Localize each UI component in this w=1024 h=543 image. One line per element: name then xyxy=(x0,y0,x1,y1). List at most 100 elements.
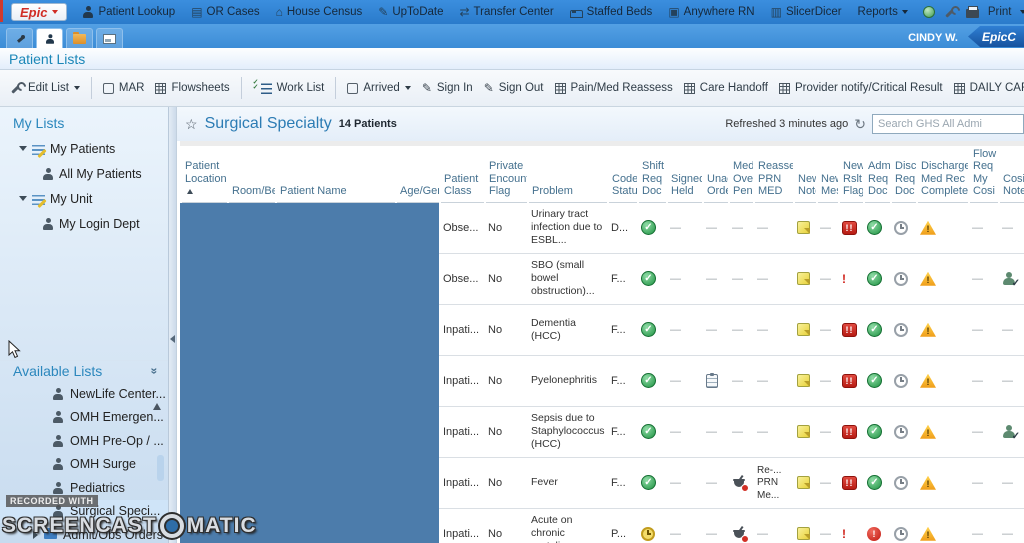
pending-clock-icon[interactable] xyxy=(894,527,908,541)
new-result-flag-icon[interactable]: !! xyxy=(842,476,857,490)
new-result-flag-icon[interactable]: !! xyxy=(842,374,857,388)
warning-triangle-icon[interactable]: ! xyxy=(920,221,936,235)
wrench-icon[interactable] xyxy=(944,6,957,19)
pain-med-reassess-button[interactable]: Pain/Med Reassess xyxy=(555,82,673,94)
cosign-person-icon[interactable]: ✓ xyxy=(1002,272,1018,286)
column-header-newmess[interactable]: New Mess xyxy=(817,144,839,203)
sidebar-item-my-unit[interactable]: My Unit xyxy=(0,186,168,211)
expander-down-icon[interactable] xyxy=(19,146,27,151)
column-header-dischmed[interactable]: Discharge Med Rec Complete? xyxy=(917,144,969,203)
new-note-icon[interactable] xyxy=(797,425,810,438)
expand-section-icon[interactable]: » xyxy=(148,368,162,375)
complete-check-icon[interactable]: ✓ xyxy=(641,424,656,439)
new-note-icon[interactable] xyxy=(797,221,810,234)
complete-check-icon[interactable]: ✓ xyxy=(641,220,656,235)
globe-icon[interactable] xyxy=(923,6,935,18)
refresh-icon[interactable]: ↻ xyxy=(854,117,866,131)
available-list-item-omh-emergen-[interactable]: OMH Emergen... xyxy=(0,406,168,430)
complete-check-icon[interactable]: ✓ xyxy=(641,271,656,286)
edit-list-button[interactable]: Edit List xyxy=(10,82,80,95)
sidebar-item-all-my-patients[interactable]: All My Patients xyxy=(0,161,168,186)
warning-triangle-icon[interactable]: ! xyxy=(920,323,936,337)
top-menu-item-patient-lookup[interactable]: Patient Lookup xyxy=(82,6,175,18)
sidebar-item-my-login-dept[interactable]: My Login Dept xyxy=(0,211,168,236)
pending-clock-icon[interactable] xyxy=(894,323,908,337)
warning-triangle-icon[interactable]: ! xyxy=(920,425,936,439)
workspace-tab-report[interactable] xyxy=(96,28,123,48)
result-alert-icon[interactable]: ! xyxy=(842,527,846,541)
pending-clock-icon[interactable] xyxy=(894,425,908,439)
workspace-tab-patient-lists[interactable] xyxy=(36,28,63,48)
complete-check-icon[interactable]: ✓ xyxy=(867,271,882,286)
new-result-flag-icon[interactable]: !! xyxy=(842,425,857,439)
top-menu-item-uptodate[interactable]: ✎UpToDate xyxy=(378,6,443,18)
sidebar-item-my-patients[interactable]: My Patients xyxy=(0,136,168,161)
provider-notify-critical-result-button[interactable]: Provider notify/Critical Result xyxy=(779,82,943,94)
column-header-room[interactable]: Room/Bed xyxy=(228,144,276,203)
mar-button[interactable]: MAR xyxy=(103,82,145,94)
complete-check-icon[interactable]: ✓ xyxy=(867,475,882,490)
complete-check-icon[interactable]: ✓ xyxy=(867,322,882,337)
daily-cares-button[interactable]: DAILY CARES xyxy=(954,82,1024,94)
column-header-shift[interactable]: Shift Req Doc xyxy=(638,144,667,203)
top-menu-item-reports[interactable]: Reports xyxy=(858,6,908,18)
available-list-item-newlife-center-[interactable]: NewLife Center... xyxy=(0,382,168,406)
top-menu-item-house-census[interactable]: ⌂House Census xyxy=(276,6,363,18)
complete-check-icon[interactable]: ✓ xyxy=(867,220,882,235)
complete-check-icon[interactable]: ✓ xyxy=(641,322,656,337)
unacknowledged-orders-icon[interactable] xyxy=(706,374,718,388)
top-menu-item-or-cases[interactable]: ▤OR Cases xyxy=(191,6,259,18)
care-handoff-button[interactable]: Care Handoff xyxy=(684,82,768,94)
medication-overdue-icon[interactable] xyxy=(732,527,747,541)
top-menu-item-slicerdicer[interactable]: ▥SlicerDicer xyxy=(771,6,842,18)
column-header-class[interactable]: Patient Class xyxy=(440,144,485,203)
column-header-loc[interactable]: Patient Location xyxy=(181,144,228,203)
column-header-medover[interactable]: Med Over Pend xyxy=(729,144,754,203)
available-list-item-omh-pre-op-[interactable]: OMH Pre-Op / ... xyxy=(0,429,168,453)
warning-triangle-icon[interactable]: ! xyxy=(920,272,936,286)
search-input[interactable] xyxy=(872,114,1024,134)
column-header-rslt[interactable]: New Rslt Flag xyxy=(839,144,864,203)
top-menu-item-staffed-beds[interactable]: Staffed Beds xyxy=(570,6,653,18)
complete-check-icon[interactable]: ✓ xyxy=(641,373,656,388)
column-header-flag[interactable]: Private Encounter Flag xyxy=(485,144,528,203)
column-header-name[interactable]: Patient Name xyxy=(276,144,396,203)
warning-triangle-icon[interactable]: ! xyxy=(920,374,936,388)
column-header-unack[interactable]: Unack Orders xyxy=(703,144,729,203)
sidebar-scrollbar-thumb[interactable] xyxy=(157,455,164,481)
warning-triangle-icon[interactable]: ! xyxy=(920,476,936,490)
overdue-alert-icon[interactable]: ! xyxy=(867,527,881,541)
print-button[interactable]: Print xyxy=(988,6,1012,18)
pending-clock-icon[interactable] xyxy=(894,476,908,490)
expander-down-icon[interactable] xyxy=(19,196,27,201)
chevron-down-icon[interactable] xyxy=(1020,10,1024,14)
new-note-icon[interactable] xyxy=(797,323,810,336)
column-header-reassess[interactable]: Reassess PRN MED xyxy=(754,144,794,203)
warning-triangle-icon[interactable]: ! xyxy=(920,527,936,541)
top-menu-item-anywhere-rn[interactable]: ▣Anywhere RN xyxy=(668,6,754,18)
top-menu-item-transfer-center[interactable]: ⇄Transfer Center xyxy=(459,6,553,18)
new-note-icon[interactable] xyxy=(797,374,810,387)
column-header-newnote[interactable]: New Note xyxy=(794,144,817,203)
pending-clock-icon[interactable] xyxy=(894,272,908,286)
arrived-button[interactable]: Arrived xyxy=(347,82,410,94)
new-result-flag-icon[interactable]: !! xyxy=(842,221,857,235)
complete-check-icon[interactable]: ✓ xyxy=(867,424,882,439)
cosign-person-icon[interactable]: ✓ xyxy=(1002,425,1018,439)
available-list-item-omh-surge[interactable]: OMH Surge xyxy=(0,453,168,477)
due-soon-clock-icon[interactable] xyxy=(641,527,655,541)
new-note-icon[interactable] xyxy=(797,476,810,489)
column-header-admreq[interactable]: Adm Req Doc xyxy=(864,144,891,203)
collapse-sidebar-icon[interactable] xyxy=(170,335,175,343)
work-list-button[interactable]: Work List xyxy=(253,82,325,94)
epic-menu-button[interactable]: Epic xyxy=(11,3,67,21)
printer-icon[interactable] xyxy=(966,9,979,18)
new-note-icon[interactable] xyxy=(797,272,810,285)
column-header-age[interactable]: Age/Gen xyxy=(396,144,440,203)
favorite-star-icon[interactable]: ☆ xyxy=(185,116,198,133)
column-header-flowcosi[interactable]: Flow Req My Cosi xyxy=(969,144,999,203)
sidebar-splitter[interactable] xyxy=(168,107,177,543)
column-header-cosinote[interactable]: Cosi Note xyxy=(999,144,1024,203)
new-note-icon[interactable] xyxy=(797,527,810,540)
sign-in-button[interactable]: ✎Sign In xyxy=(422,82,473,94)
